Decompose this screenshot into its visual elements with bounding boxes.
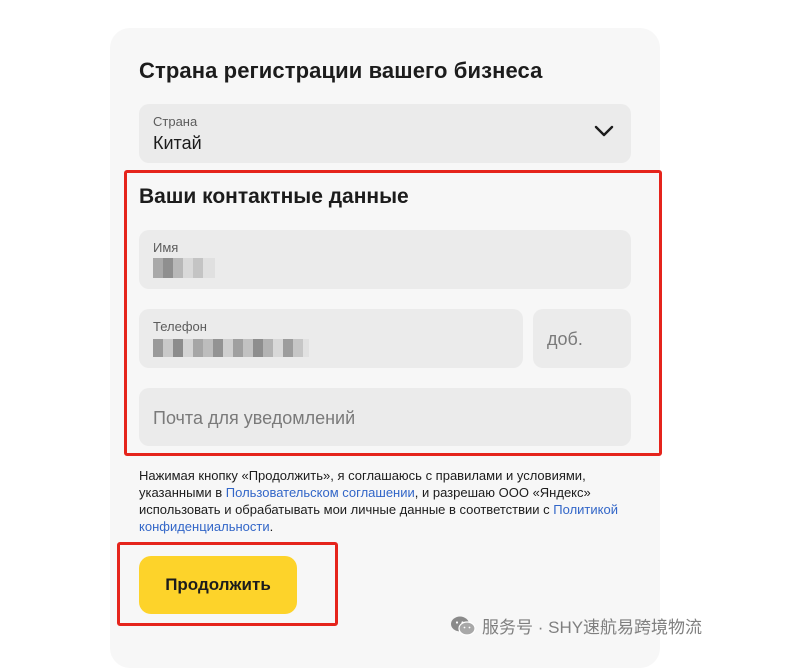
- button-highlight-box: [117, 542, 338, 626]
- consent-text: Нажимая кнопку «Продолжить», я соглашаюс…: [139, 467, 639, 535]
- page-title: Страна регистрации вашего бизнеса: [139, 58, 543, 83]
- page-background: [0, 0, 110, 656]
- chevron-down-icon: [594, 125, 614, 137]
- country-select[interactable]: Страна Китай: [139, 104, 631, 163]
- user-agreement-link[interactable]: Пользовательском соглашении: [226, 485, 415, 500]
- contact-highlight-box: [124, 170, 662, 456]
- watermark-text: 服务号 · SHY速航易跨境物流: [482, 618, 703, 637]
- country-label: Страна: [153, 114, 198, 129]
- country-value: Китай: [153, 133, 202, 153]
- wechat-icon: [451, 616, 476, 636]
- watermark: 服务号 · SHY速航易跨境物流: [450, 613, 702, 638]
- consent-part-3: .: [269, 519, 274, 534]
